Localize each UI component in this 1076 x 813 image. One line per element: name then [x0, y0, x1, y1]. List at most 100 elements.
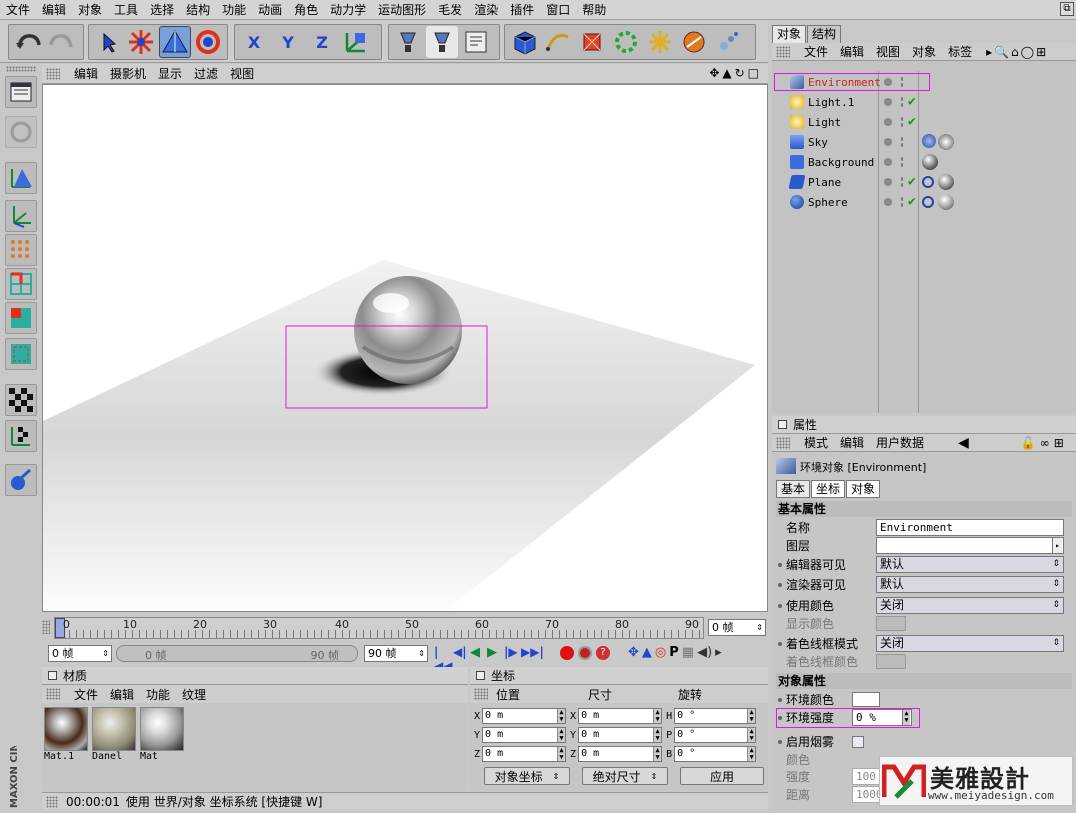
window-restore-icon[interactable]: ⧉	[1060, 2, 1074, 16]
render-picture-viewer-icon[interactable]	[426, 26, 458, 58]
viewport-menu-view[interactable]: 视图	[224, 65, 260, 82]
light-camera-icon[interactable]	[712, 26, 744, 58]
prev-frame-icon[interactable]: ◀|	[453, 645, 469, 663]
menu-help[interactable]: 帮助	[576, 0, 612, 20]
am-menu-mode[interactable]: 模式	[798, 434, 834, 451]
material-menu-file[interactable]: 文件	[68, 686, 104, 703]
enabled-check-icon[interactable]: ✔	[908, 194, 916, 209]
key-scale-icon[interactable]: ▲	[642, 645, 652, 660]
back-arrow-icon[interactable]: ◀	[958, 435, 969, 451]
coordinate-system-icon[interactable]	[340, 26, 372, 58]
edges-mode-icon[interactable]	[5, 268, 37, 300]
end-frame-field[interactable]: 90 帧 ⇕	[364, 645, 428, 662]
apply-button[interactable]: 应用	[680, 767, 764, 785]
3d-viewport[interactable]	[42, 84, 768, 612]
cube-primitive-icon[interactable]	[508, 26, 540, 58]
tab-coordinates[interactable]: 坐标	[811, 480, 846, 498]
rotate-tool-icon[interactable]	[193, 26, 224, 58]
checker-texture-icon[interactable]	[5, 384, 37, 416]
scene-environment-icon[interactable]	[678, 26, 710, 58]
timeline-ruler[interactable]: 0 10 20 30 40 50 60 70 80 90	[54, 617, 704, 639]
material-menu-function[interactable]: 功能	[140, 686, 176, 703]
viewport-menu-camera[interactable]: 摄影机	[104, 65, 152, 82]
x-axis-icon[interactable]: X	[238, 26, 270, 58]
menu-tools[interactable]: 工具	[108, 0, 144, 20]
material-tag-icon[interactable]	[922, 154, 938, 170]
current-frame-field[interactable]: 0 帧 ⇕	[708, 619, 766, 636]
name-input[interactable]: Environment	[876, 519, 1064, 536]
coordinate-mode-select[interactable]: 对象坐标 ⇕	[484, 767, 570, 785]
editor-visible-select[interactable]: 默认 ⇕	[876, 556, 1064, 573]
material-tag-icon[interactable]	[938, 194, 954, 210]
use-color-select[interactable]: 关闭 ⇕	[876, 597, 1064, 614]
scale-tool-icon[interactable]	[158, 26, 191, 58]
viewport-menu-display[interactable]: 显示	[152, 65, 188, 82]
am-menu-edit[interactable]: 编辑	[834, 434, 870, 451]
material-item[interactable]: Mat.1	[44, 707, 90, 762]
tree-row-light[interactable]: Light ✔	[772, 113, 1076, 133]
material-item[interactable]: Mat	[140, 707, 186, 762]
keyframe-help-icon[interactable]: ?	[596, 646, 610, 660]
layout-icon[interactable]	[5, 76, 37, 108]
material-tag-icon[interactable]	[938, 134, 954, 150]
render-settings-icon[interactable]	[460, 26, 492, 58]
position-z-field[interactable]: 0 m ▲ ▼	[482, 746, 567, 762]
object-mode-icon[interactable]	[5, 162, 37, 194]
om-menu-view[interactable]: 视图	[870, 43, 906, 60]
tree-row-sky[interactable]: Sky	[772, 133, 1076, 153]
deformer-icon[interactable]	[644, 26, 676, 58]
undo-icon[interactable]	[12, 26, 44, 58]
menu-render[interactable]: 渲染	[468, 0, 504, 20]
om-menu-edit[interactable]: 编辑	[834, 43, 870, 60]
menu-file[interactable]: 文件	[0, 0, 36, 20]
menu-hair[interactable]: 毛发	[432, 0, 468, 20]
om-menu-object[interactable]: 对象	[906, 43, 942, 60]
tab-basic[interactable]: 基本	[776, 480, 811, 498]
select-arrow-icon[interactable]	[92, 26, 123, 58]
spline-icon[interactable]	[542, 26, 574, 58]
position-x-field[interactable]: 0 m ▲ ▼	[482, 708, 567, 724]
move-tool-icon[interactable]	[125, 26, 156, 58]
fog-checkbox[interactable]	[852, 736, 864, 748]
menu-animation[interactable]: 动画	[252, 0, 288, 20]
material-menu-edit[interactable]: 编辑	[104, 686, 140, 703]
axis-mode-icon[interactable]	[5, 200, 37, 232]
size-y-field[interactable]: 0 m ▲ ▼	[578, 727, 663, 743]
viewport-menu-edit[interactable]: 编辑	[68, 65, 104, 82]
rotation-h-field[interactable]: 0 ° ▲ ▼	[674, 708, 757, 724]
wire-mode-select[interactable]: 关闭 ⇕	[876, 635, 1064, 652]
viewport-menu-filter[interactable]: 过滤	[188, 65, 224, 82]
material-item[interactable]: Danel	[92, 707, 138, 762]
texture-tag-icon[interactable]	[922, 196, 934, 208]
render-view-icon[interactable]	[392, 26, 424, 58]
auto-key-icon[interactable]	[578, 646, 592, 660]
key-pla-icon[interactable]: ▦	[682, 645, 694, 660]
key-more-icon[interactable]: ▸	[715, 645, 722, 660]
menu-select[interactable]: 选择	[144, 0, 180, 20]
key-sound-icon[interactable]: ◀)	[697, 645, 712, 660]
layer-input[interactable]: ▸	[876, 537, 1064, 554]
menu-edit[interactable]: 编辑	[36, 0, 72, 20]
tree-row-plane[interactable]: Plane ✔	[772, 173, 1076, 193]
am-lock-icons[interactable]: 🔓∞⊞	[1021, 436, 1068, 450]
tab-object[interactable]: 对象	[846, 480, 881, 498]
rotation-b-field[interactable]: 0 ° ▲ ▼	[674, 746, 757, 762]
om-menu-file[interactable]: 文件	[798, 43, 834, 60]
key-rotation-icon[interactable]: ◎	[655, 645, 666, 660]
material-tag-icon[interactable]	[938, 174, 954, 190]
menu-structure[interactable]: 结构	[180, 0, 216, 20]
compositing-tag-icon[interactable]	[922, 134, 936, 148]
menu-dynamics[interactable]: 动力学	[324, 0, 372, 20]
tab-objects[interactable]: 对象	[772, 25, 807, 43]
position-y-field[interactable]: 0 m ▲ ▼	[482, 727, 567, 743]
key-parameter-icon[interactable]: P	[669, 645, 679, 660]
tree-row-sphere[interactable]: Sphere ✔	[772, 193, 1076, 213]
menu-object[interactable]: 对象	[72, 0, 108, 20]
polygons-mode-icon[interactable]	[5, 302, 37, 334]
texture-tag-icon[interactable]	[922, 176, 934, 188]
next-frame-icon[interactable]: |▶	[504, 645, 520, 663]
material-menu-texture[interactable]: 纹理	[176, 686, 212, 703]
rotation-p-field[interactable]: 0 ° ▲ ▼	[674, 727, 757, 743]
redo-icon[interactable]	[46, 26, 78, 58]
om-menu-tags[interactable]: 标签	[942, 43, 978, 60]
